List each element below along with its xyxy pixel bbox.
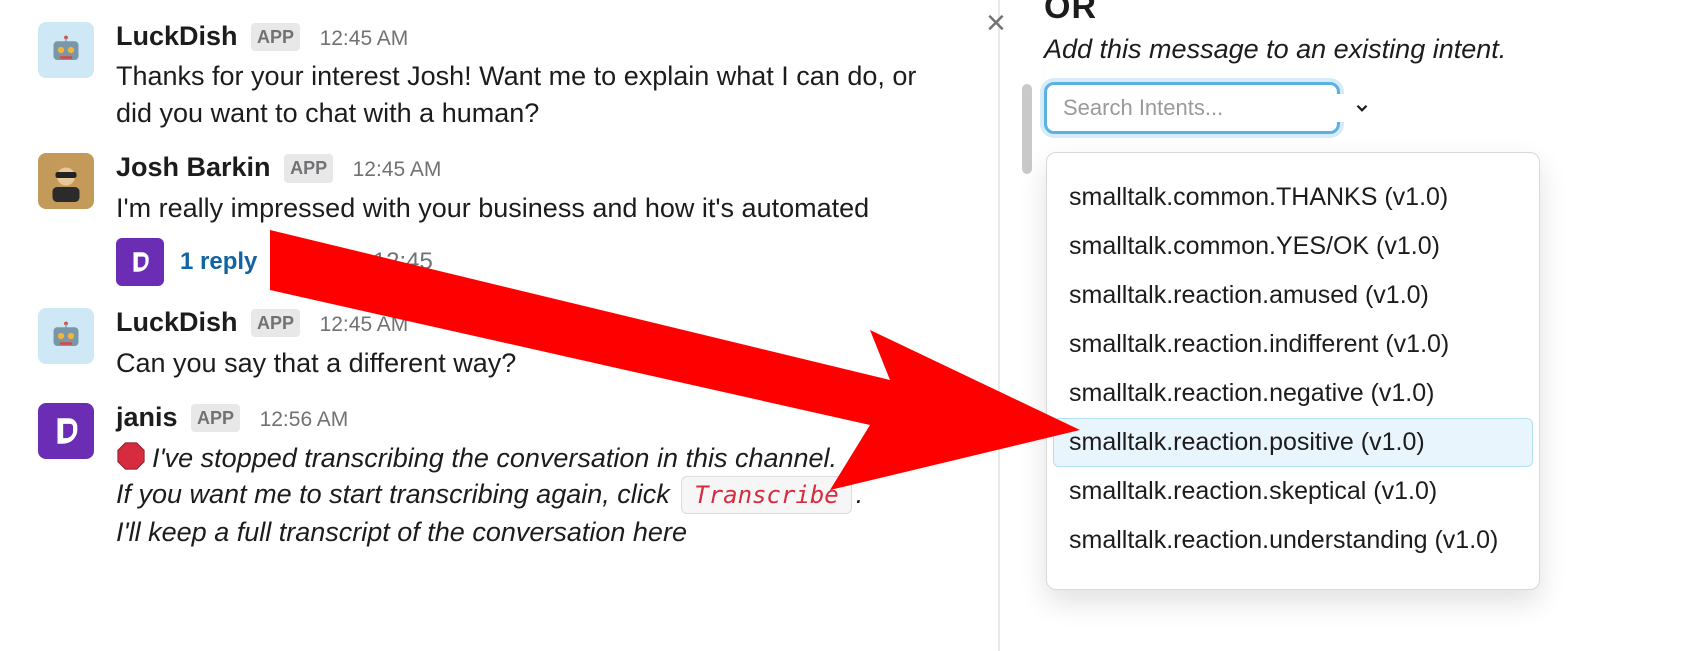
- avatar-josh: [38, 153, 94, 209]
- intent-option[interactable]: smalltalk.common.THANKS (v1.0): [1047, 173, 1539, 222]
- text-line: I've stopped transcribing the conversati…: [152, 443, 837, 473]
- avatar-luckdish: [38, 22, 94, 78]
- app-badge: APP: [191, 404, 240, 432]
- timestamp: 12:56 AM: [260, 408, 349, 431]
- app-badge: APP: [284, 154, 333, 182]
- message: janis APP 12:56 AM I've stopped transcri…: [38, 399, 918, 551]
- avatar-janis: [38, 403, 94, 459]
- intent-search[interactable]: [1044, 82, 1340, 134]
- intent-search-input[interactable]: [1061, 94, 1353, 122]
- message-text: I've stopped transcribing the conversati…: [116, 440, 918, 551]
- thread-time: Today at 12:45: [275, 246, 432, 278]
- thread-reply-link[interactable]: 1 reply: [180, 246, 257, 278]
- person-photo-icon: [42, 157, 90, 205]
- message: LuckDish APP 12:45 AM Can you say that a…: [38, 304, 918, 381]
- intent-option[interactable]: smalltalk.reaction.understanding (v1.0): [1047, 516, 1539, 565]
- author-name[interactable]: LuckDish: [116, 21, 238, 51]
- intent-option[interactable]: smalltalk.reaction.indifferent (v1.0): [1047, 320, 1539, 369]
- author-name[interactable]: LuckDish: [116, 307, 238, 337]
- chat-column: LuckDish APP 12:45 AM Thanks for your in…: [38, 18, 918, 569]
- scrollbar-thumb[interactable]: [1022, 84, 1032, 174]
- app-badge: APP: [251, 23, 300, 51]
- avatar-luckdish: [38, 308, 94, 364]
- text-line: If you want me to start transcribing aga…: [116, 479, 677, 509]
- robot-icon: [46, 30, 86, 70]
- thread-avatar: [116, 238, 164, 286]
- intent-panel: × OR Add this message to an existing int…: [998, 0, 1699, 651]
- or-heading: OR: [1044, 0, 1097, 27]
- close-icon[interactable]: ×: [986, 4, 1006, 43]
- intent-option[interactable]: smalltalk.reaction.skeptical (v1.0): [1047, 467, 1539, 516]
- text-line: .: [856, 479, 864, 509]
- timestamp: 12:45 AM: [320, 27, 409, 50]
- intent-option[interactable]: smalltalk.reaction.amused (v1.0): [1047, 271, 1539, 320]
- intent-option[interactable]: smalltalk.common.YES/OK (v1.0): [1047, 222, 1539, 271]
- stop-icon: [116, 441, 146, 471]
- timestamp: 12:45 AM: [353, 158, 442, 181]
- transcribe-chip[interactable]: Transcribe: [681, 476, 852, 514]
- intent-option[interactable]: smalltalk.reaction.negative (v1.0): [1047, 369, 1539, 418]
- author-name[interactable]: janis: [116, 402, 178, 432]
- intent-dropdown: smalltalk.common.THANKS (v1.0) smalltalk…: [1046, 152, 1540, 590]
- smiley-icon: [1674, 386, 1699, 414]
- message: LuckDish APP 12:45 AM Thanks for your in…: [38, 18, 918, 131]
- text-line: I'll keep a full transcript of the conve…: [116, 517, 687, 547]
- timestamp: 12:45 AM: [320, 313, 409, 336]
- message: Josh Barkin APP 12:45 AM I'm really impr…: [38, 149, 918, 286]
- robot-icon: [46, 316, 86, 356]
- message-text: Can you say that a different way?: [116, 345, 918, 381]
- app-badge: APP: [251, 309, 300, 337]
- message-text: I'm really impressed with your business …: [116, 190, 918, 226]
- emoji-button[interactable]: [1664, 374, 1699, 426]
- intent-option-highlighted[interactable]: smalltalk.reaction.positive (v1.0): [1053, 418, 1533, 467]
- panel-subtitle: Add this message to an existing intent.: [1044, 34, 1506, 65]
- chevron-down-icon[interactable]: [1353, 99, 1371, 117]
- message-text: Thanks for your interest Josh! Want me t…: [116, 58, 918, 131]
- thread-summary[interactable]: 1 reply Today at 12:45: [116, 238, 918, 286]
- janis-icon: [127, 249, 153, 275]
- author-name[interactable]: Josh Barkin: [116, 152, 271, 182]
- janis-icon: [49, 414, 83, 448]
